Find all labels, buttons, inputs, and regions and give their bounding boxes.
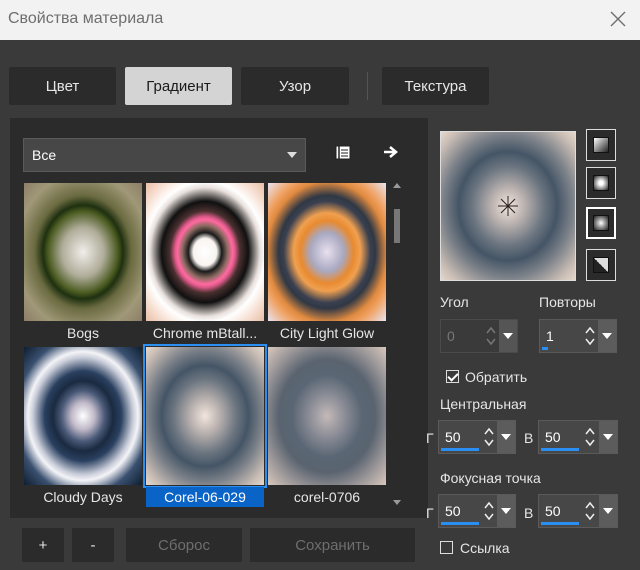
center-v-stepper[interactable]: 50 bbox=[538, 420, 618, 454]
invert-checkbox[interactable] bbox=[446, 370, 459, 383]
angle-value: 0 bbox=[447, 328, 455, 344]
focal-v-dropdown[interactable] bbox=[599, 495, 617, 527]
focal-v-label: В bbox=[524, 505, 534, 521]
stepper-arrows-icon[interactable] bbox=[583, 424, 597, 450]
center-h-stepper[interactable]: 50 bbox=[438, 420, 516, 454]
close-icon[interactable] bbox=[606, 7, 630, 31]
center-v-level-bar bbox=[541, 448, 579, 451]
center-h-value: 50 bbox=[445, 429, 461, 445]
link-checkbox[interactable] bbox=[440, 541, 453, 554]
angle-stepper[interactable]: 0 bbox=[440, 319, 518, 353]
gradient-thumbnail bbox=[146, 183, 264, 321]
invert-label[interactable]: Обратить bbox=[465, 369, 527, 385]
conical-gradient-icon bbox=[593, 257, 609, 273]
linear-gradient-button[interactable] bbox=[586, 129, 616, 161]
tab-pattern[interactable]: Узор bbox=[241, 67, 349, 105]
gradient-grid: Bogs Chrome mBtall... City Light Glow Cl… bbox=[24, 183, 386, 507]
center-label: Центральная bbox=[440, 396, 527, 412]
scroll-down-icon[interactable] bbox=[393, 500, 401, 505]
repeats-label: Повторы bbox=[539, 294, 596, 310]
link-label[interactable]: Ссылка bbox=[460, 540, 510, 556]
tab-gradient[interactable]: Градиент bbox=[125, 67, 232, 105]
repeats-dropdown[interactable] bbox=[598, 320, 616, 352]
angle-label: Угол bbox=[440, 294, 469, 310]
crosshair-icon[interactable] bbox=[496, 194, 520, 218]
window-title: Свойства материала bbox=[8, 10, 164, 27]
focal-h-label: Г bbox=[426, 505, 434, 521]
linear-gradient-icon bbox=[593, 137, 609, 153]
focal-h-value: 50 bbox=[445, 503, 461, 519]
focal-h-dropdown[interactable] bbox=[497, 495, 515, 527]
gradient-name: Bogs bbox=[67, 325, 99, 341]
stepper-arrows-icon[interactable] bbox=[482, 498, 496, 524]
gradient-name: Chrome mBtall... bbox=[152, 325, 258, 341]
gradient-item-city-light-glow[interactable]: City Light Glow bbox=[268, 183, 386, 343]
gradient-item-bogs[interactable]: Bogs bbox=[24, 183, 142, 343]
rectangular-gradient-button[interactable] bbox=[586, 167, 616, 199]
rectangular-gradient-icon bbox=[593, 175, 609, 191]
center-v-label: В bbox=[524, 430, 534, 446]
gradient-name: City Light Glow bbox=[279, 325, 375, 341]
arrow-right-icon[interactable] bbox=[381, 142, 401, 162]
center-h-level-bar bbox=[441, 448, 479, 451]
gradient-name: Corel-06-029 bbox=[146, 487, 264, 507]
tab-color[interactable]: Цвет bbox=[9, 67, 116, 105]
gradient-thumbnail bbox=[143, 344, 267, 488]
center-v-value: 50 bbox=[545, 429, 561, 445]
center-v-dropdown[interactable] bbox=[599, 421, 617, 453]
gradient-item-corel-06-029[interactable]: Corel-06-029 bbox=[143, 344, 267, 507]
gradient-thumbnail bbox=[268, 183, 386, 321]
tab-divider bbox=[367, 72, 368, 100]
gradient-name: corel-0706 bbox=[293, 489, 361, 505]
stepper-arrows-icon[interactable] bbox=[482, 424, 496, 450]
gradient-preview[interactable] bbox=[440, 131, 576, 281]
add-gradient-button[interactable]: + bbox=[22, 528, 64, 562]
focal-v-value: 50 bbox=[545, 503, 561, 519]
repeats-value: 1 bbox=[546, 328, 554, 344]
title-bar: Свойства материала bbox=[0, 0, 640, 40]
gradient-item-cloudy-days[interactable]: Cloudy Days bbox=[24, 347, 142, 507]
gradient-thumbnail bbox=[268, 347, 386, 485]
stepper-arrows-icon[interactable] bbox=[583, 498, 597, 524]
radial-gradient-button[interactable] bbox=[586, 207, 616, 239]
repeats-level-bar bbox=[542, 347, 548, 350]
angle-dropdown[interactable] bbox=[499, 320, 517, 352]
center-h-dropdown[interactable] bbox=[497, 421, 515, 453]
reset-button[interactable]: Сборос bbox=[126, 528, 242, 562]
save-button[interactable]: Сохранить bbox=[250, 528, 415, 562]
category-dropdown[interactable]: Все bbox=[23, 138, 306, 172]
radial-gradient-icon bbox=[593, 215, 609, 231]
focal-v-level-bar bbox=[541, 522, 579, 525]
stepper-arrows-icon[interactable] bbox=[484, 323, 498, 349]
remove-gradient-button[interactable]: - bbox=[72, 528, 114, 562]
library-icon[interactable] bbox=[333, 143, 353, 163]
focal-h-stepper[interactable]: 50 bbox=[438, 494, 516, 528]
grid-scrollbar[interactable] bbox=[391, 183, 403, 507]
gradient-thumbnail bbox=[24, 347, 142, 485]
focal-label: Фокусная точка bbox=[440, 470, 541, 486]
scroll-up-icon[interactable] bbox=[393, 183, 401, 188]
chevron-down-icon bbox=[287, 152, 297, 158]
gradient-item-chrome[interactable]: Chrome mBtall... bbox=[146, 183, 264, 343]
scroll-thumb[interactable] bbox=[394, 209, 400, 243]
category-selected: Все bbox=[32, 147, 57, 163]
focal-h-level-bar bbox=[441, 522, 479, 525]
focal-v-stepper[interactable]: 50 bbox=[538, 494, 618, 528]
gradient-name: Cloudy Days bbox=[43, 489, 123, 505]
repeats-stepper[interactable]: 1 bbox=[539, 319, 617, 353]
gradient-thumbnail bbox=[24, 183, 142, 321]
stepper-arrows-icon[interactable] bbox=[583, 323, 597, 349]
conical-gradient-button[interactable] bbox=[586, 249, 616, 281]
center-h-label: Г bbox=[426, 430, 434, 446]
gradient-item-corel-0706[interactable]: corel-0706 bbox=[268, 347, 386, 507]
tab-texture[interactable]: Текстура bbox=[382, 67, 489, 105]
